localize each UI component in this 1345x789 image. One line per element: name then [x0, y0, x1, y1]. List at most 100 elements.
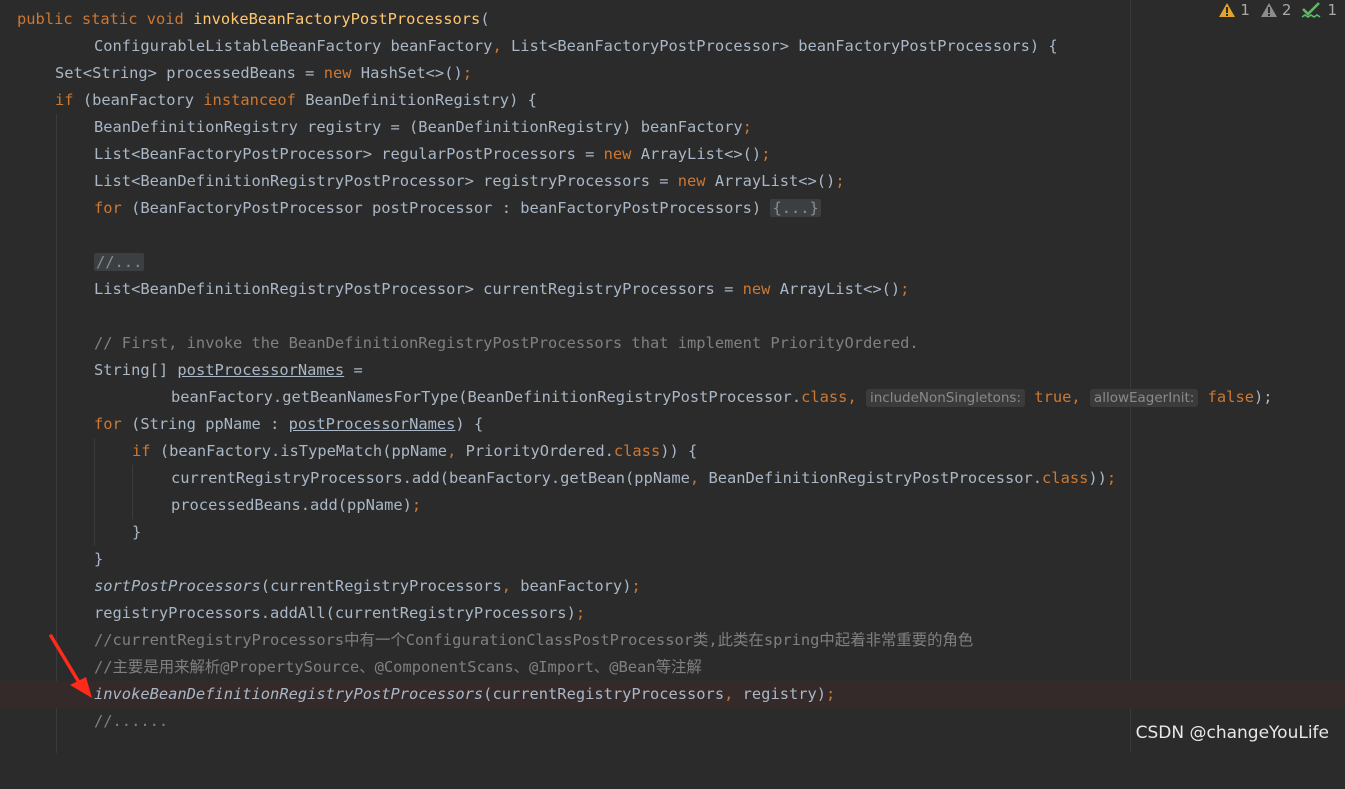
code-line[interactable]: if (beanFactory.isTypeMatch(ppName, Prio… — [0, 438, 1345, 465]
code-line[interactable]: //currentRegistryProcessors中有一个Configura… — [0, 627, 1345, 654]
code-comment: //主要是用来解析@PropertySource、@ComponentScans… — [94, 658, 702, 676]
code-token: , — [724, 685, 743, 703]
code-line[interactable]: } — [0, 546, 1345, 573]
code-editor[interactable]: public static void invokeBeanFactoryPost… — [0, 0, 1345, 753]
weak-warnings-indicator[interactable]: 2 — [1260, 1, 1291, 19]
code-token: , — [501, 577, 521, 595]
code-token: currentRegistryProcessors.add(beanFactor… — [171, 469, 690, 487]
code-token: } — [94, 550, 104, 568]
code-token: ; — [462, 64, 473, 82]
code-token: Set<String> processedBeans = — [55, 64, 324, 82]
code-token: ConfigurableListableBeanFactory beanFact… — [94, 37, 493, 55]
code-token: (BeanFactoryPostProcessor postProcessor … — [131, 199, 771, 217]
code-token: invokeBeanDefinitionRegistryPostProcesso… — [94, 685, 484, 703]
inspection-widget[interactable]: 1 2 1 — [1218, 0, 1337, 20]
method-name: invokeBeanFactoryPostProcessors — [193, 10, 481, 28]
code-token: class — [801, 388, 848, 406]
code-token: for — [94, 415, 132, 433]
code-line[interactable]: ConfigurableListableBeanFactory beanFact… — [0, 33, 1345, 60]
code-token: ; — [826, 685, 836, 703]
code-token: ; — [631, 577, 641, 595]
code-token: postProcessorNames — [177, 361, 345, 379]
code-line[interactable]: beanFactory.getBeanNamesForType(BeanDefi… — [0, 384, 1345, 411]
code-token: ; — [900, 280, 910, 298]
code-line[interactable]: } — [0, 519, 1345, 546]
folded-block[interactable]: {...} — [770, 199, 821, 217]
code-token: ArrayList<>() — [779, 280, 901, 298]
annotation-arrow-icon — [49, 634, 92, 698]
code-line[interactable]: List<BeanFactoryPostProcessor> regularPo… — [0, 141, 1345, 168]
code-token: (beanFactory — [82, 91, 204, 109]
code-token: (String ppName : — [131, 415, 289, 433]
code-token: ; — [1106, 469, 1117, 487]
code-token: List<BeanDefinitionRegistryPostProcessor… — [94, 172, 678, 190]
code-token: ; — [742, 118, 752, 136]
warnings-indicator[interactable]: 1 — [1218, 1, 1250, 19]
code-token: BeanDefinitionRegistry) { — [305, 91, 537, 109]
code-token: false — [1207, 388, 1254, 406]
code-token: instanceof — [203, 91, 306, 109]
code-token: ) { — [455, 415, 484, 433]
code-token: List<BeanFactoryPostProcessor> regularPo… — [94, 145, 604, 163]
code-comment: //...... — [94, 712, 169, 730]
code-token: if — [55, 91, 83, 109]
code-token: ); — [1253, 388, 1273, 406]
code-token: ArrayList<>() — [714, 172, 836, 190]
code-comment: //currentRegistryProcessors中有一个Configura… — [94, 631, 974, 649]
code-token: PriorityOrdered. — [465, 442, 614, 460]
code-line[interactable]: processedBeans.add(ppName); — [0, 492, 1345, 519]
code-token: } — [132, 523, 142, 541]
folded-comment[interactable]: //... — [94, 253, 145, 271]
code-line[interactable]: sortPostProcessors(currentRegistryProces… — [0, 573, 1345, 600]
code-token: HashSet<>() — [360, 64, 463, 82]
code-line[interactable]: if (beanFactory instanceof BeanDefinitio… — [0, 87, 1345, 114]
typo-check-icon — [1302, 2, 1321, 18]
code-token: sortPostProcessors — [94, 577, 261, 595]
code-line[interactable]: List<BeanDefinitionRegistryPostProcessor… — [0, 276, 1345, 303]
code-line-current[interactable]: invokeBeanDefinitionRegistryPostProcesso… — [0, 681, 1345, 708]
code-token: new — [603, 145, 641, 163]
code-token: = — [344, 361, 363, 379]
code-token: new — [323, 64, 361, 82]
typos-count: 1 — [1327, 1, 1337, 19]
code-token: ; — [575, 604, 586, 622]
code-token: (beanFactory.isTypeMatch(ppName — [159, 442, 448, 460]
code-line[interactable]: //... — [0, 249, 1345, 276]
code-token: (currentRegistryProcessors — [483, 685, 725, 703]
code-token: )) — [1088, 469, 1107, 487]
code-line[interactable]: registryProcessors.addAll(currentRegistr… — [0, 600, 1345, 627]
code-token: class — [1042, 469, 1089, 487]
code-line[interactable]: public static void invokeBeanFactoryPost… — [0, 6, 1345, 33]
code-token: beanFactory.getBeanNamesForType(BeanDefi… — [171, 388, 802, 406]
code-token: BeanDefinitionRegistryPostProcessor. — [708, 469, 1043, 487]
code-line[interactable]: currentRegistryProcessors.add(beanFactor… — [0, 465, 1345, 492]
code-line[interactable]: for (BeanFactoryPostProcessor postProces… — [0, 195, 1345, 222]
code-token: , — [492, 37, 511, 55]
code-token: )) { — [660, 442, 698, 460]
code-token: public static void — [17, 10, 194, 28]
code-token: postProcessorNames — [288, 415, 456, 433]
code-token: , — [689, 469, 709, 487]
parameter-hint: includeNonSingletons: — [865, 389, 1026, 407]
code-token: , — [1071, 388, 1090, 406]
code-token: List<BeanFactoryPostProcessor> beanFacto… — [510, 37, 1058, 55]
code-token: BeanDefinitionRegistry registry = (BeanD… — [94, 118, 743, 136]
warnings-count: 1 — [1240, 1, 1250, 19]
code-line[interactable]: Set<String> processedBeans = new HashSet… — [0, 60, 1345, 87]
code-token: , — [447, 442, 466, 460]
code-token: new — [677, 172, 715, 190]
code-token: registryProcessors.addAll(currentRegistr… — [94, 604, 576, 622]
code-token: , — [847, 388, 866, 406]
code-line[interactable]: // First, invoke the BeanDefinitionRegis… — [0, 330, 1345, 357]
code-line[interactable]: List<BeanDefinitionRegistryPostProcessor… — [0, 168, 1345, 195]
code-line[interactable]: //主要是用来解析@PropertySource、@ComponentScans… — [0, 654, 1345, 681]
code-token: String[] — [94, 361, 178, 379]
parameter-hint: allowEagerInit: — [1089, 389, 1199, 407]
code-token: List<BeanDefinitionRegistryPostProcessor… — [94, 280, 743, 298]
code-line[interactable]: for (String ppName : postProcessorNames)… — [0, 411, 1345, 438]
code-line[interactable]: String[] postProcessorNames = — [0, 357, 1345, 384]
code-token: class — [613, 442, 661, 460]
code-token: ( — [480, 10, 490, 28]
code-line[interactable]: BeanDefinitionRegistry registry = (BeanD… — [0, 114, 1345, 141]
typos-indicator[interactable]: 1 — [1301, 1, 1337, 19]
